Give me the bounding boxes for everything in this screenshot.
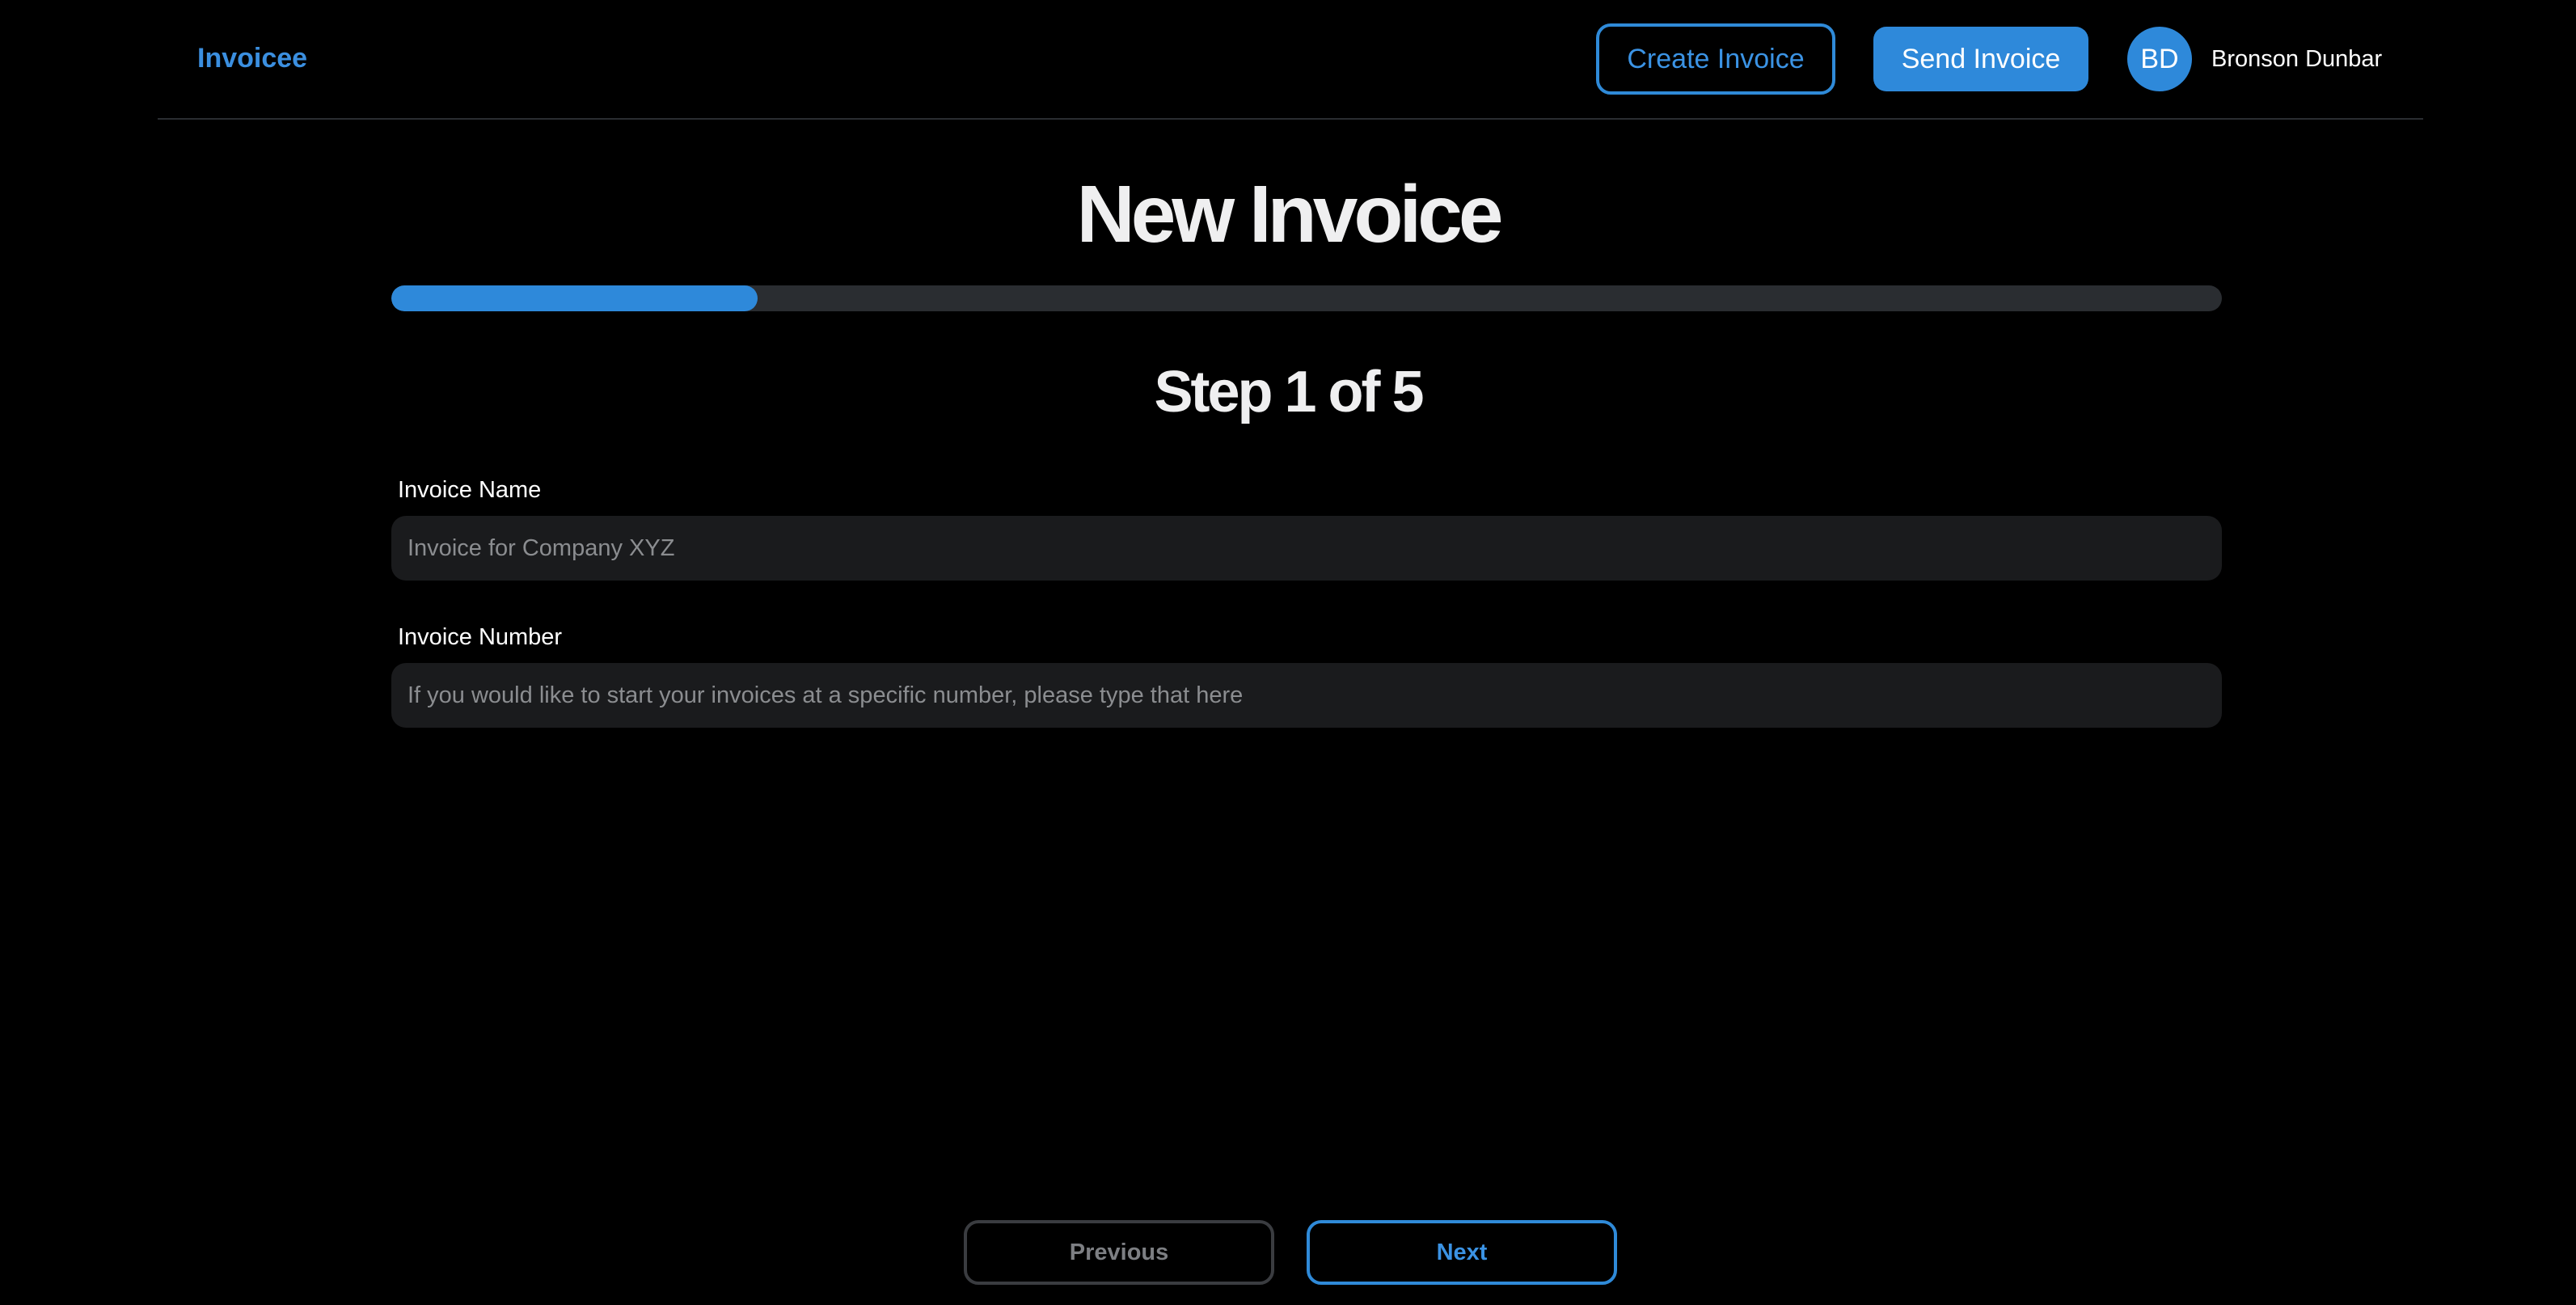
brand-logo[interactable]: Invoicee: [197, 40, 307, 76]
progress-bar: [391, 285, 2222, 311]
avatar[interactable]: BD: [2127, 27, 2192, 91]
invoice-name-label: Invoice Name: [398, 477, 542, 503]
page: Invoicee Create Invoice Send Invoice BD …: [0, 0, 2576, 1305]
invoice-number-label: Invoice Number: [398, 624, 563, 650]
create-invoice-button[interactable]: Create Invoice: [1596, 23, 1835, 95]
step-indicator: Step 1 of 5: [1154, 360, 1424, 424]
send-invoice-button[interactable]: Send Invoice: [1873, 27, 2088, 91]
invoice-name-input[interactable]: [391, 516, 2222, 581]
next-button[interactable]: Next: [1307, 1220, 1617, 1285]
top-nav: Invoicee Create Invoice Send Invoice BD …: [158, 0, 2423, 120]
previous-button[interactable]: Previous: [964, 1220, 1274, 1285]
user-name[interactable]: Bronson Dunbar: [2211, 43, 2382, 75]
progress-fill: [391, 285, 758, 311]
invoice-number-input[interactable]: [391, 663, 2222, 728]
page-title: New Invoice: [1076, 169, 1504, 260]
